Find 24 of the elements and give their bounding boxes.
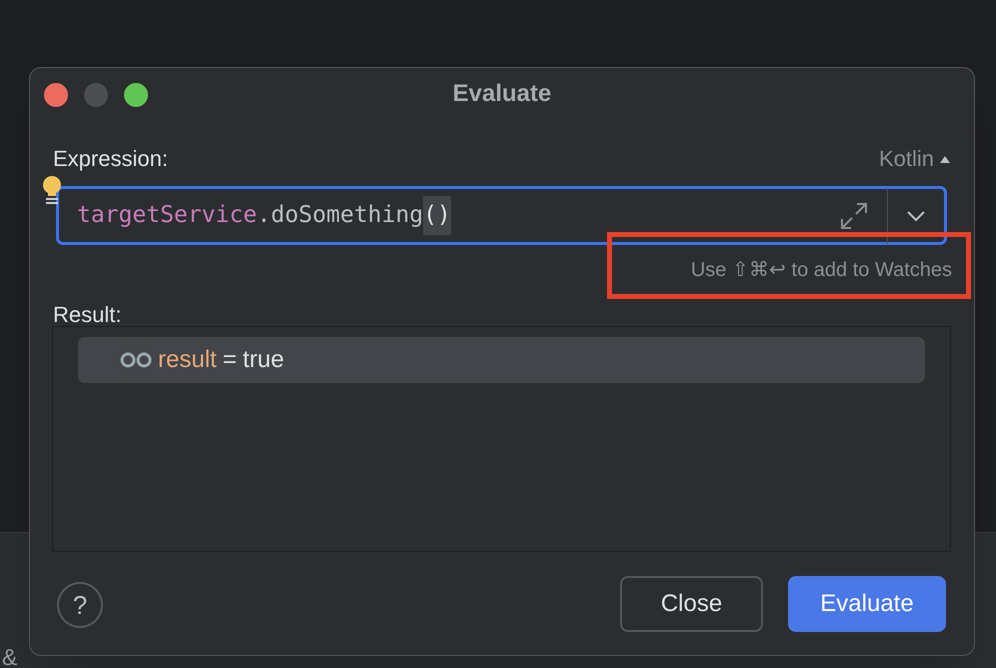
variable-name: result (158, 345, 217, 375)
evaluate-button[interactable]: Evaluate (788, 576, 946, 632)
lightbulb-icon[interactable] (40, 174, 64, 206)
watches-hint: Use ⇧⌘↩ to add to Watches (690, 259, 952, 281)
result-label: Result: (53, 301, 122, 329)
glasses-icon (120, 352, 152, 368)
help-button[interactable]: ? (57, 582, 103, 628)
tool-window-tab[interactable]: & (2, 643, 18, 668)
expand-icon[interactable] (839, 200, 869, 230)
code-token: () (423, 196, 451, 235)
expression-field[interactable]: targetService.doSomething() (56, 186, 947, 245)
window-control-button[interactable] (44, 83, 68, 107)
equals-sign: = (222, 345, 237, 375)
code-token: .doSomething (257, 201, 424, 230)
variable-value: true (242, 345, 284, 375)
language-dropdown[interactable]: Kotlin (878, 142, 950, 175)
code-token: targetService (77, 201, 258, 230)
caret-icon (940, 154, 950, 162)
result-row[interactable]: result = true (78, 337, 925, 383)
window-control-button[interactable] (124, 83, 148, 107)
expression-label: Expression: (53, 145, 168, 173)
window-title: Evaluate (452, 79, 552, 109)
close-button[interactable]: Close (620, 576, 763, 632)
chevron-down-icon[interactable] (906, 210, 926, 222)
